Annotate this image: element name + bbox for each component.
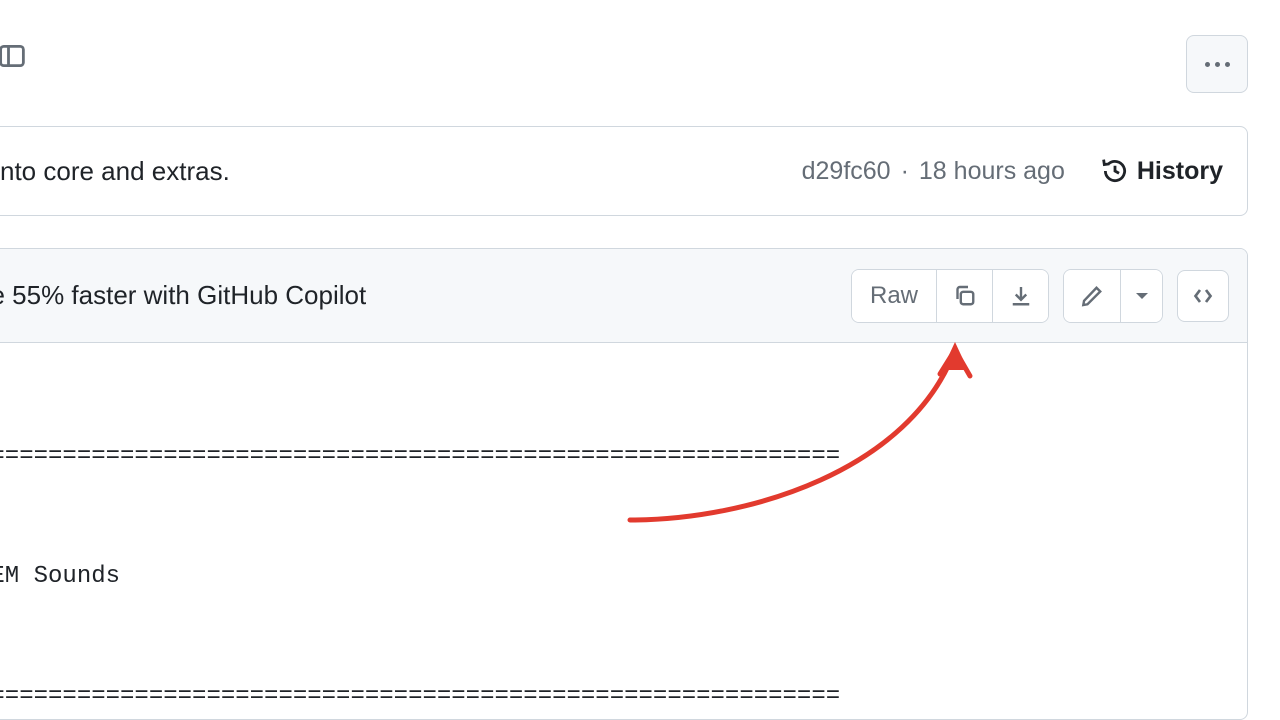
code-line: ========================================…: [0, 437, 1247, 477]
raw-button[interactable]: Raw: [852, 270, 936, 322]
file-actions: Raw: [851, 269, 1229, 323]
edit-dropdown-button[interactable]: [1120, 270, 1162, 322]
kebab-dot: [1205, 62, 1210, 67]
pencil-icon: [1080, 284, 1104, 308]
commit-separator: ·: [901, 157, 909, 186]
download-icon: [1009, 284, 1033, 308]
file-view-box: de 55% faster with GitHub Copilot Raw: [0, 248, 1248, 720]
symbols-panel-button[interactable]: [1177, 270, 1229, 322]
latest-commit-bar: nto core and extras. d29fc60 · 18 hours …: [0, 126, 1248, 216]
sidebar-toggle-icon[interactable]: [0, 40, 28, 72]
code-line: ========================================…: [0, 677, 1247, 717]
commit-message[interactable]: nto core and extras.: [0, 156, 802, 187]
edit-dropdown-group: [1063, 269, 1163, 323]
copilot-promo-text[interactable]: de 55% faster with GitHub Copilot: [0, 280, 366, 311]
copy-icon: [953, 284, 977, 308]
raw-copy-download-group: Raw: [851, 269, 1049, 323]
copy-raw-button[interactable]: [936, 270, 992, 322]
file-content: ========================================…: [0, 343, 1247, 720]
caret-down-icon: [1130, 284, 1154, 308]
kebab-dot: [1225, 62, 1230, 67]
kebab-dot: [1215, 62, 1220, 67]
edit-file-button[interactable]: [1064, 270, 1120, 322]
code-line: EM Sounds: [0, 557, 1247, 597]
history-link[interactable]: History: [1101, 157, 1223, 186]
commit-time-ago: 18 hours ago: [919, 157, 1065, 186]
history-icon: [1101, 157, 1129, 185]
download-raw-button[interactable]: [992, 270, 1048, 322]
symbols-icon: [1191, 284, 1215, 308]
more-actions-button[interactable]: [1186, 35, 1248, 93]
commit-sha[interactable]: d29fc60: [802, 157, 891, 186]
history-label: History: [1137, 157, 1223, 186]
file-header: de 55% faster with GitHub Copilot Raw: [0, 249, 1247, 343]
